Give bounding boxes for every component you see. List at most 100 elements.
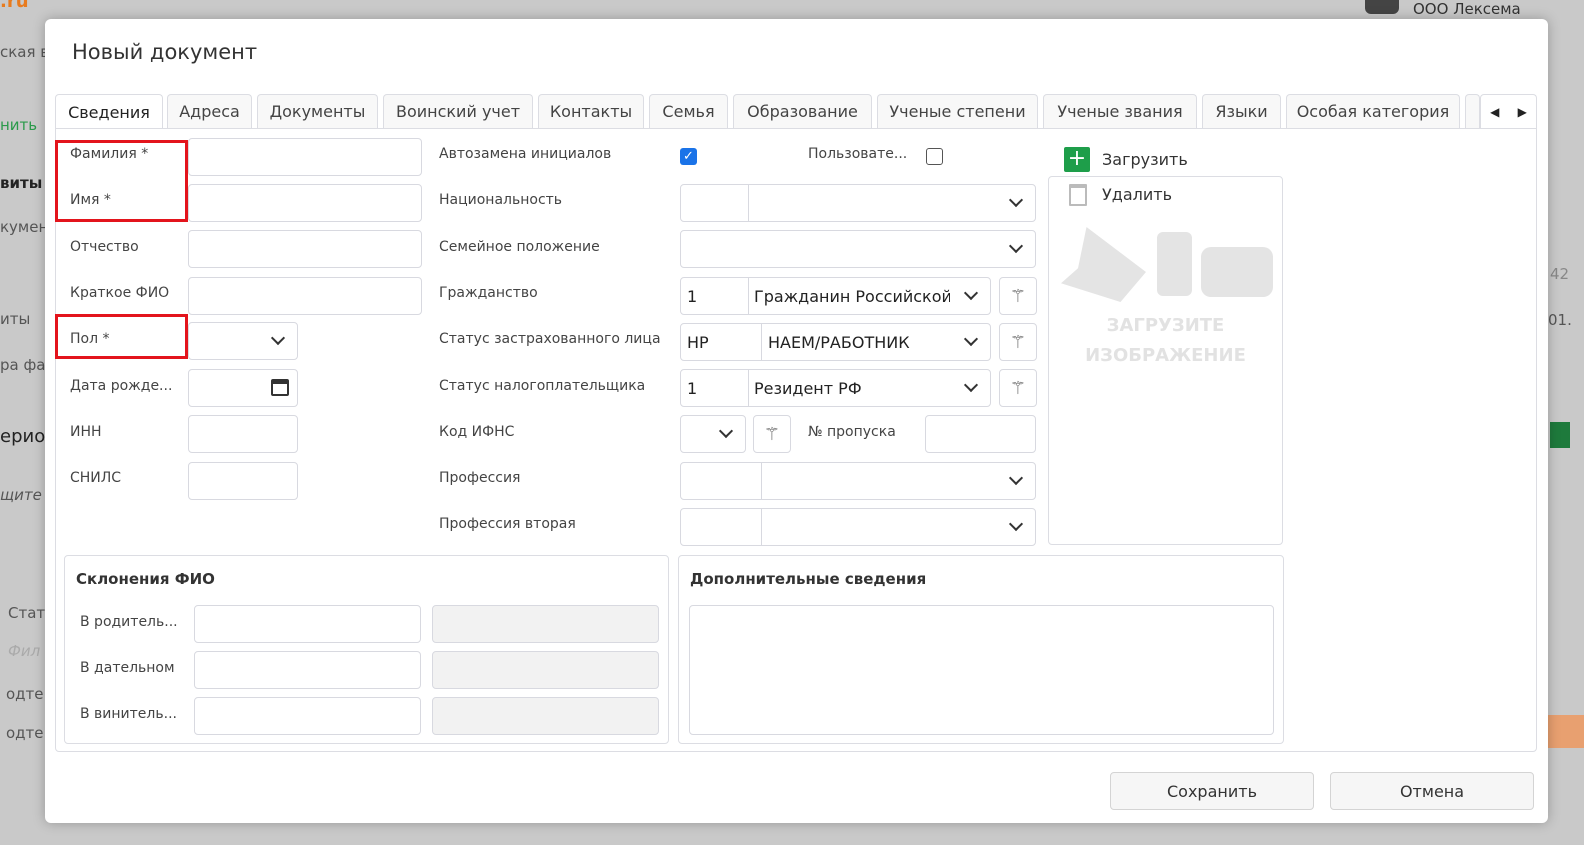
surname-input[interactable] <box>188 138 422 176</box>
citizenship-value: Гражданин Российской <box>754 287 950 306</box>
tab-addresses[interactable]: Адреса <box>167 94 252 128</box>
insured-status-select[interactable]: НР НАЕМ/РАБОТНИК <box>680 323 991 361</box>
accusative-input[interactable] <box>194 697 421 735</box>
magic-wand-icon: ⚚ <box>1009 331 1027 353</box>
insured-status-label: Статус застрахованного лица <box>439 331 661 347</box>
bg-text: одте <box>6 685 44 703</box>
insured-code: НР <box>687 333 709 352</box>
user-checkbox[interactable] <box>926 148 943 165</box>
chevron-down-icon <box>270 330 286 346</box>
chevron-down-icon <box>718 423 734 439</box>
declension-section: Склонения ФИО В родитель... В дательном … <box>64 555 669 744</box>
cancel-button[interactable]: Отмена <box>1330 772 1534 810</box>
bg-text: 42 <box>1550 265 1570 283</box>
dative-result <box>432 651 659 689</box>
upload-plus-icon[interactable]: + <box>1064 147 1090 172</box>
save-button[interactable]: Сохранить <box>1110 772 1314 810</box>
bg-text: виты <box>0 174 43 192</box>
chevron-down-icon <box>1008 238 1024 254</box>
tab-family[interactable]: Семья <box>649 94 728 128</box>
ifns-wand-button[interactable]: ⚚ <box>753 415 791 453</box>
tab-info[interactable]: Сведения <box>55 94 163 129</box>
bg-text: одте <box>6 724 44 742</box>
genitive-input[interactable] <box>194 605 421 643</box>
snils-input[interactable] <box>188 462 298 500</box>
tax-code: 1 <box>687 379 698 398</box>
placeholder-text: ЗАГРУЗИТЕ <box>1106 315 1225 336</box>
auto-initials-label: Автозамена инициалов <box>439 146 612 162</box>
bg-text: кумен <box>0 218 49 236</box>
chevron-down-icon <box>1008 192 1024 208</box>
logo: .ru <box>0 0 29 12</box>
profession2-select[interactable] <box>680 508 1036 546</box>
bg-text: иты <box>0 310 31 328</box>
name-input[interactable] <box>188 184 422 222</box>
delete-button[interactable]: Удалить <box>1102 185 1172 204</box>
extra-info-title: Дополнительные сведения <box>690 570 927 588</box>
tab-military[interactable]: Воинский учет <box>383 94 533 128</box>
profession-label: Профессия <box>439 470 521 486</box>
extra-info-textarea[interactable] <box>689 605 1274 735</box>
snils-label: СНИЛС <box>70 470 122 486</box>
required-highlight-gender <box>55 314 188 359</box>
birth-date-input[interactable] <box>188 369 298 407</box>
tab-contacts[interactable]: Контакты <box>538 94 644 128</box>
tax-value: Резидент РФ <box>754 379 862 398</box>
citizenship-wand-button[interactable]: ⚚ <box>999 277 1037 315</box>
chevron-down-icon <box>963 331 979 347</box>
user-avatar-icon <box>1365 0 1399 14</box>
bg-text: щите <box>0 486 42 504</box>
birth-date-label: Дата рожде... <box>70 378 173 394</box>
tab-degrees[interactable]: Ученые степени <box>877 94 1038 128</box>
tab-more[interactable] <box>1465 94 1480 128</box>
user-label: Пользовате... <box>808 146 908 162</box>
tab-titles[interactable]: Ученые звания <box>1043 94 1197 128</box>
upload-button[interactable]: Загрузить <box>1102 150 1188 169</box>
excel-icon <box>1550 422 1570 448</box>
tab-scroll: ◀ ▶ <box>1480 94 1537 129</box>
short-name-input[interactable] <box>188 277 422 315</box>
insured-wand-button[interactable]: ⚚ <box>999 323 1037 361</box>
tab-documents[interactable]: Документы <box>257 94 378 128</box>
nationality-select[interactable] <box>680 184 1036 222</box>
camera-icon <box>1201 247 1273 297</box>
scanner-icon <box>1061 227 1146 302</box>
patronymic-label: Отчество <box>70 239 139 255</box>
profession-select[interactable] <box>680 462 1036 500</box>
nationality-label: Национальность <box>439 192 563 208</box>
auto-initials-checkbox[interactable]: ✓ <box>680 148 697 165</box>
tab-scroll-right-icon[interactable]: ▶ <box>1518 105 1527 119</box>
phone-icon <box>1157 232 1192 296</box>
photo-dropzone[interactable]: Удалить ЗАГРУЗИТЕ ИЗОБРАЖЕНИЕ <box>1048 176 1283 545</box>
accusative-label: В винитель... <box>80 706 177 722</box>
chevron-down-icon <box>963 285 979 301</box>
inn-input[interactable] <box>188 415 298 453</box>
magic-wand-icon: ⚚ <box>1009 377 1027 399</box>
tax-status-label: Статус налогоплательщика <box>439 378 646 394</box>
tab-scroll-left-icon[interactable]: ◀ <box>1490 105 1499 119</box>
patronymic-input[interactable] <box>188 230 422 268</box>
dative-input[interactable] <box>194 651 421 689</box>
declension-title: Склонения ФИО <box>76 570 215 588</box>
pass-number-input[interactable] <box>925 415 1036 453</box>
calendar-icon[interactable] <box>271 379 289 396</box>
magic-wand-icon: ⚚ <box>763 423 781 445</box>
marital-select[interactable] <box>680 230 1036 268</box>
tab-education[interactable]: Образование <box>733 94 872 128</box>
citizenship-select[interactable]: 1 Гражданин Российской <box>680 277 991 315</box>
marital-label: Семейное положение <box>439 239 600 255</box>
placeholder-text: ИЗОБРАЖЕНИЕ <box>1085 345 1246 366</box>
pass-number-label: № пропуска <box>808 424 896 440</box>
citizenship-label: Гражданство <box>439 285 538 301</box>
bg-text: 01. <box>1548 311 1572 329</box>
ifns-select[interactable] <box>680 415 746 453</box>
gender-select[interactable] <box>188 322 298 360</box>
bg-text: ра фа <box>0 356 46 374</box>
tax-wand-button[interactable]: ⚚ <box>999 369 1037 407</box>
tax-status-select[interactable]: 1 Резидент РФ <box>680 369 991 407</box>
bg-text: Фил <box>8 642 41 660</box>
dative-label: В дательном <box>80 660 175 676</box>
trash-icon[interactable] <box>1069 184 1087 206</box>
tab-special-category[interactable]: Особая категория <box>1286 94 1460 128</box>
tab-languages[interactable]: Языки <box>1202 94 1281 128</box>
